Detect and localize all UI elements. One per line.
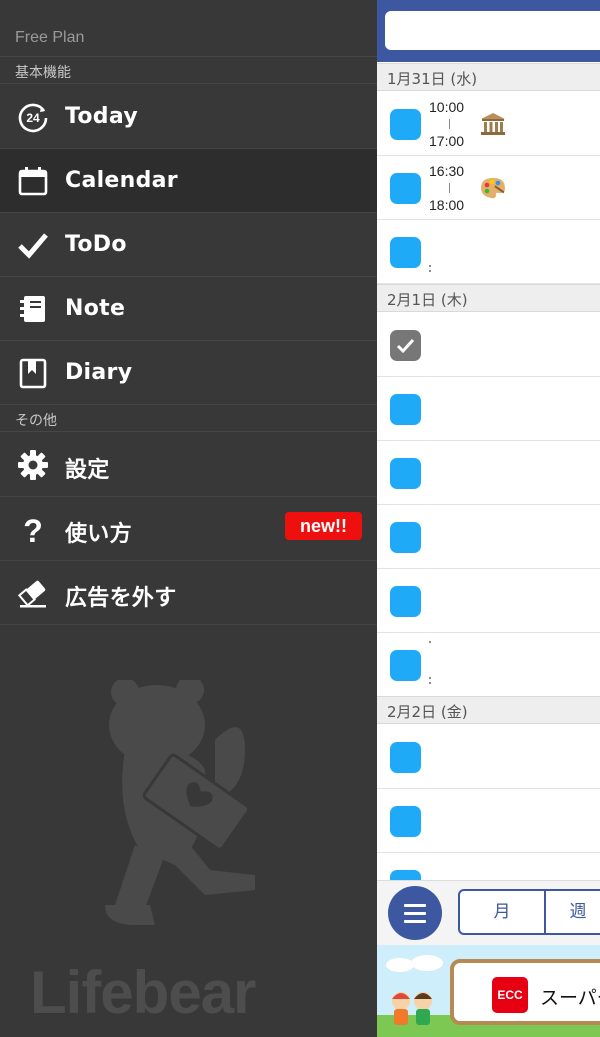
kids-illustration bbox=[392, 992, 432, 1025]
menu-item-todo[interactable]: ToDo bbox=[0, 213, 377, 277]
event-row[interactable]: 16:30 18:00 bbox=[377, 156, 600, 220]
todo-row[interactable] bbox=[377, 633, 600, 697]
task-checkbox[interactable] bbox=[390, 806, 421, 837]
bookmark-book-icon bbox=[19, 358, 47, 389]
cloud-icon bbox=[386, 955, 443, 972]
task-checkbox[interactable] bbox=[390, 650, 421, 681]
menu-button[interactable] bbox=[388, 886, 442, 940]
task-checkbox[interactable] bbox=[390, 394, 421, 425]
time-dot bbox=[429, 682, 431, 684]
hamburger-line bbox=[404, 904, 426, 907]
view-segmented-control: 月 週 bbox=[458, 889, 600, 935]
todo-row[interactable] bbox=[377, 789, 600, 853]
menu-item-label: ToDo bbox=[65, 232, 127, 257]
menu-item-note[interactable]: Note bbox=[0, 277, 377, 341]
todo-row[interactable] bbox=[377, 569, 600, 633]
event-row[interactable]: 10:00 17:00 bbox=[377, 92, 600, 156]
menu-item-today[interactable]: 24 Today bbox=[0, 85, 377, 149]
time-dot bbox=[429, 641, 431, 643]
menu-item-label: 広告を外す bbox=[65, 586, 177, 611]
menu-item-label: Note bbox=[65, 296, 126, 321]
menu-item-remove-ads[interactable]: 広告を外す bbox=[0, 561, 377, 625]
task-checkbox[interactable] bbox=[390, 109, 421, 140]
todo-row[interactable] bbox=[377, 313, 600, 377]
brand-logo: Lifebear bbox=[30, 959, 256, 1026]
notebook-icon bbox=[20, 296, 45, 322]
event-end-time: 17:00 bbox=[429, 133, 465, 149]
task-checkbox[interactable] bbox=[390, 458, 421, 489]
hamburger-line bbox=[404, 912, 426, 915]
checkmark-icon bbox=[396, 338, 415, 354]
search-field[interactable] bbox=[385, 11, 600, 50]
ad-banner[interactable]: ECC スーパー bbox=[377, 945, 600, 1037]
menu-item-label: Calendar bbox=[65, 168, 178, 193]
menu-item-label: 設定 bbox=[65, 458, 110, 483]
checkmark-icon bbox=[18, 233, 48, 259]
bear-illustration bbox=[105, 680, 255, 925]
museum-icon bbox=[481, 113, 505, 135]
tab-month[interactable]: 月 bbox=[460, 891, 546, 933]
day-header: 2月1日 (木) bbox=[377, 284, 600, 312]
time-dot bbox=[429, 270, 431, 272]
task-checkbox[interactable] bbox=[390, 237, 421, 268]
tab-week[interactable]: 週 bbox=[548, 891, 600, 933]
menu-item-settings[interactable]: 設定 bbox=[0, 433, 377, 497]
bottom-toolbar: 月 週 bbox=[377, 880, 600, 945]
time-dot bbox=[429, 265, 431, 267]
event-start-time: 10:00 bbox=[429, 99, 465, 115]
todo-row[interactable] bbox=[377, 725, 600, 789]
todo-row[interactable] bbox=[377, 441, 600, 505]
side-drawer: Free Plan 基本機能 24 Today Calendar ToDo No… bbox=[0, 0, 377, 1037]
time-dot bbox=[429, 677, 431, 679]
schedule-list: 1月31日 (水) 10:00 17:00 16:30 18:00 2月1日 (… bbox=[377, 0, 600, 1037]
menu-item-label: 使い方 bbox=[65, 522, 132, 547]
event-start-time: 16:30 bbox=[429, 163, 465, 179]
ecc-logo: ECC bbox=[492, 977, 528, 1013]
menu-item-calendar[interactable]: Calendar bbox=[0, 149, 377, 213]
section-other-header: その他 bbox=[0, 404, 377, 432]
section-basic-header: 基本機能 bbox=[0, 56, 377, 84]
event-end-time: 18:00 bbox=[429, 197, 465, 213]
time-separator bbox=[449, 119, 450, 129]
task-checkbox[interactable] bbox=[390, 586, 421, 617]
todo-row[interactable] bbox=[377, 377, 600, 441]
time-separator bbox=[449, 183, 450, 193]
menu-item-label: Diary bbox=[65, 360, 133, 385]
top-bar bbox=[377, 0, 600, 62]
menu-item-diary[interactable]: Diary bbox=[0, 341, 377, 405]
plan-label: Free Plan bbox=[15, 29, 85, 46]
svg-text:24: 24 bbox=[26, 111, 40, 125]
task-checkbox-checked[interactable] bbox=[390, 330, 421, 361]
menu-item-howto[interactable]: ? 使い方 new!! bbox=[0, 497, 377, 561]
ad-text: スーパー bbox=[540, 987, 600, 1009]
menu-item-label: Today bbox=[65, 104, 138, 129]
todo-row[interactable] bbox=[377, 505, 600, 569]
calendar-icon bbox=[18, 167, 48, 196]
new-badge: new!! bbox=[285, 512, 362, 540]
ad-board: ECC スーパー bbox=[450, 959, 600, 1025]
eraser-icon bbox=[17, 580, 46, 608]
day-header: 1月31日 (水) bbox=[377, 63, 600, 91]
hamburger-line bbox=[404, 920, 426, 923]
question-icon: ? bbox=[23, 513, 43, 545]
task-checkbox[interactable] bbox=[390, 742, 421, 773]
day-header: 2月2日 (金) bbox=[377, 696, 600, 724]
task-checkbox[interactable] bbox=[390, 173, 421, 204]
svg-text:?: ? bbox=[23, 513, 43, 545]
gear-icon bbox=[18, 450, 48, 480]
event-row[interactable] bbox=[377, 220, 600, 284]
today-24-icon: 24 bbox=[18, 103, 48, 133]
task-checkbox[interactable] bbox=[390, 522, 421, 553]
palette-icon bbox=[481, 178, 505, 199]
